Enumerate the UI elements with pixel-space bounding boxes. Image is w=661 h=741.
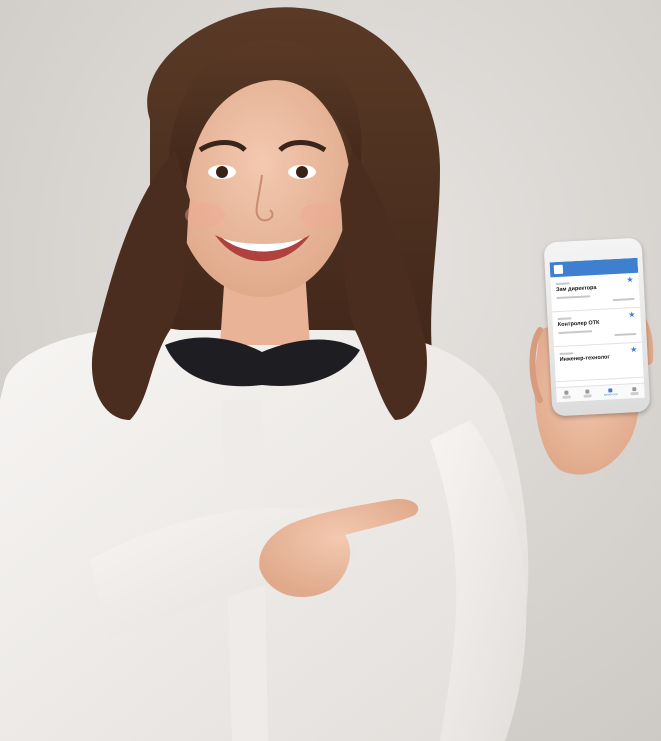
nav-item-vacancies[interactable]: ВАКАНСИИ <box>604 388 618 397</box>
card-status <box>612 297 635 302</box>
list-icon <box>585 389 590 394</box>
nav-label <box>583 394 592 398</box>
star-icon[interactable]: ★ <box>626 275 634 284</box>
job-title: Зам директора <box>555 284 597 294</box>
nav-item-home[interactable] <box>562 390 572 399</box>
app-logo-icon <box>553 264 564 275</box>
card-subtitle <box>556 295 591 300</box>
star-icon[interactable]: ★ <box>630 345 638 354</box>
star-icon <box>608 388 613 393</box>
job-card[interactable]: ★ Контролер ОТК <box>552 307 642 348</box>
card-meta <box>559 352 574 356</box>
job-card[interactable]: ★ Инженер-технолог <box>554 342 644 383</box>
bottom-nav: ВАКАНСИИ <box>556 382 645 403</box>
star-icon[interactable]: ★ <box>628 310 636 319</box>
job-title: Инженер-технолог <box>559 354 610 363</box>
job-card[interactable]: ★ Зам директора <box>550 272 641 313</box>
job-title: Контролер ОТК <box>557 319 600 329</box>
nav-label: ВАКАНСИИ <box>603 393 618 397</box>
phone-screen: ★ Зам директора ★ Контролер ОТК ★ Инжене… <box>549 257 645 403</box>
card-meta <box>555 282 570 286</box>
smartphone: ★ Зам директора ★ Контролер ОТК ★ Инжене… <box>543 237 651 417</box>
home-icon <box>564 390 569 395</box>
nav-label <box>630 391 639 396</box>
card-status <box>614 332 637 337</box>
nav-label <box>562 395 572 399</box>
card-meta <box>557 317 572 321</box>
nav-item-profile[interactable] <box>630 387 639 396</box>
nav-item-list[interactable] <box>583 389 592 398</box>
card-subtitle <box>558 330 593 335</box>
user-icon <box>631 387 637 392</box>
